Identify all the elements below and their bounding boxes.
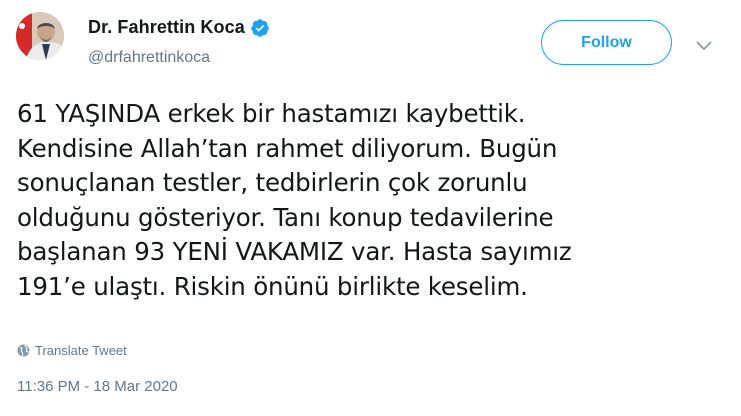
tweet-timestamp[interactable]: 11:36 PM - 18 Mar 2020 — [17, 378, 178, 395]
tweet-text-line: Kendisine Allah’tan rahmet diliyorum. Bu… — [17, 133, 558, 163]
display-name[interactable]: Dr. Fahrettin Koca — [88, 17, 245, 38]
tweet-text-line: olduğunu gösteriyor. Tanı konup tedavile… — [17, 202, 554, 232]
tweet-text-line: 191’e ulaştı. Riskin önünü birlikte kese… — [17, 271, 528, 301]
tweet-text-line: 61 YAŞINDA erkek bir hastamızı kaybettik… — [17, 99, 526, 128]
translate-tweet-link[interactable]: Translate Tweet — [17, 343, 127, 358]
globe-icon — [17, 344, 30, 357]
translate-tweet-label[interactable]: Translate Tweet — [35, 343, 127, 358]
tweet-card: Dr. Fahrettin Koca @drfahrettinkoca Foll… — [0, 0, 741, 416]
user-name-row: Dr. Fahrettin Koca — [88, 17, 270, 38]
follow-button[interactable]: Follow — [541, 20, 672, 65]
avatar[interactable] — [16, 12, 64, 60]
tweet-text-line: başlanan 93 YENİ VAKAMIZ var. Hasta sayı… — [17, 237, 572, 267]
verified-badge-icon — [250, 18, 270, 38]
tweet-text: 61 YAŞINDA erkek bir hastamızı kaybettik… — [17, 97, 732, 305]
chevron-down-icon[interactable] — [696, 38, 712, 50]
tweet-text-line: sonuçlanan testler, tedbirlerin çok zoru… — [17, 168, 528, 198]
user-handle[interactable]: @drfahrettinkoca — [88, 49, 210, 67]
